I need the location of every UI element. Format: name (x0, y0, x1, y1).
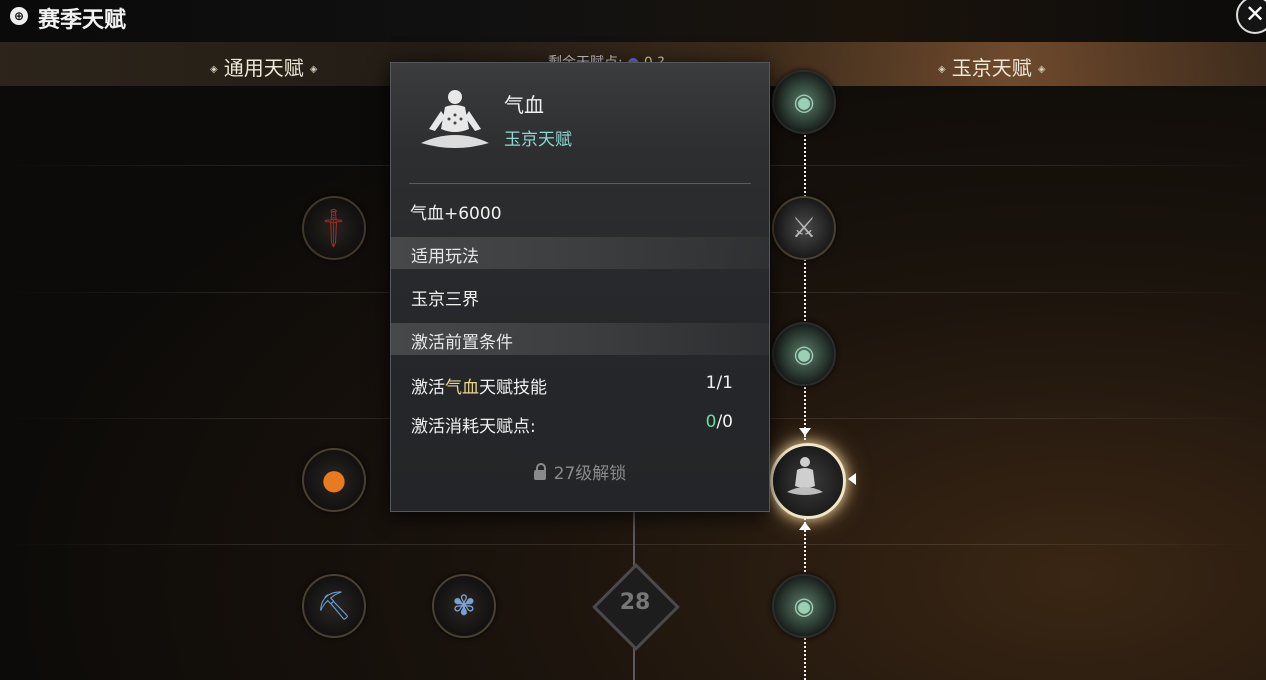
cost-total: /0 (716, 412, 733, 432)
arrow-left-icon (848, 473, 856, 485)
diamond-icon: ◈ (938, 64, 946, 75)
mode-header-band: 适用玩法 (391, 237, 769, 269)
prereq-skill: 激活气血天赋技能 (411, 373, 547, 398)
mode-header: 适用玩法 (411, 247, 479, 267)
tab-yujing-talent[interactable]: ◈ 玉京天赋 ◈ (932, 52, 1051, 81)
selected-talent-node[interactable] (770, 443, 846, 519)
level-number: 28 (619, 590, 651, 615)
grass-talent-node[interactable]: ✾ (432, 574, 496, 638)
top-bar (0, 0, 1266, 42)
prereq-skill-prefix: 激活 (411, 378, 445, 398)
fire-orb-talent-node[interactable]: ● (302, 448, 366, 512)
grass-icon: ✾ (452, 589, 476, 622)
sword-icon: 🗡 (309, 203, 358, 252)
jade-orb-icon: ◉ (793, 88, 815, 116)
tab-general-label: 通用天赋 (223, 56, 304, 80)
tab-yujing-label: 玉京天赋 (951, 56, 1032, 80)
cost-current: 0 (705, 412, 717, 432)
cost-label: 激活消耗天赋点: (411, 417, 536, 437)
jade-orb-talent-node[interactable]: ◉ (772, 574, 836, 638)
talent-name: 气血 (504, 93, 544, 117)
mode-value: 玉京三界 (411, 290, 479, 310)
jade-orb-talent-node[interactable]: ◉ (772, 70, 836, 134)
unlock-text: 27级解锁 (553, 464, 627, 484)
divider (409, 183, 751, 184)
diamond-icon: ◈ (210, 64, 218, 75)
meditating-figure-icon (421, 90, 489, 148)
pickaxe-icon: ⛏ (316, 589, 352, 622)
talent-path-line (804, 100, 806, 440)
talent-effect: 气血+6000 (410, 204, 502, 224)
season-icon: ⊕ (10, 7, 28, 25)
meditating-figure-icon (787, 457, 823, 495)
jade-orb-talent-node[interactable]: ◉ (772, 322, 836, 386)
jade-orb-icon: ◉ (793, 340, 815, 368)
prereq-skill-highlight: 气血 (445, 378, 479, 398)
prereq-skill-progress: 1/1 (705, 373, 733, 393)
shield-swords-icon: ⚔ (791, 211, 817, 244)
prereq-header-band: 激活前置条件 (391, 323, 769, 355)
sword-talent-node[interactable]: 🗡 (302, 196, 366, 260)
fire-orb-icon: ● (321, 463, 347, 496)
lock-icon (533, 463, 546, 480)
jade-orb-icon: ◉ (793, 592, 815, 620)
unlock-requirement: 27级解锁 (391, 459, 769, 484)
tab-general-talent[interactable]: ◈ 通用天赋 ◈ (204, 52, 323, 81)
window-title: 赛季天赋 (38, 7, 127, 33)
shield-swords-talent-node[interactable]: ⚔ (772, 196, 836, 260)
diamond-icon: ◈ (309, 64, 318, 75)
cost-value: 0/0 (706, 412, 733, 432)
talent-detail-popup: 气血 玉京天赋 气血+6000 适用玩法 玉京三界 激活前置条件 激活气血天赋技… (390, 62, 770, 512)
diamond-icon: ◈ (1037, 64, 1046, 75)
prereq-skill-suffix: 天赋技能 (479, 378, 547, 398)
pickaxe-talent-node[interactable]: ⛏ (302, 574, 366, 638)
talent-type: 玉京天赋 (504, 130, 572, 150)
prereq-header: 激活前置条件 (411, 333, 513, 353)
arrow-up-icon (799, 522, 811, 530)
arrow-down-icon (799, 428, 811, 436)
